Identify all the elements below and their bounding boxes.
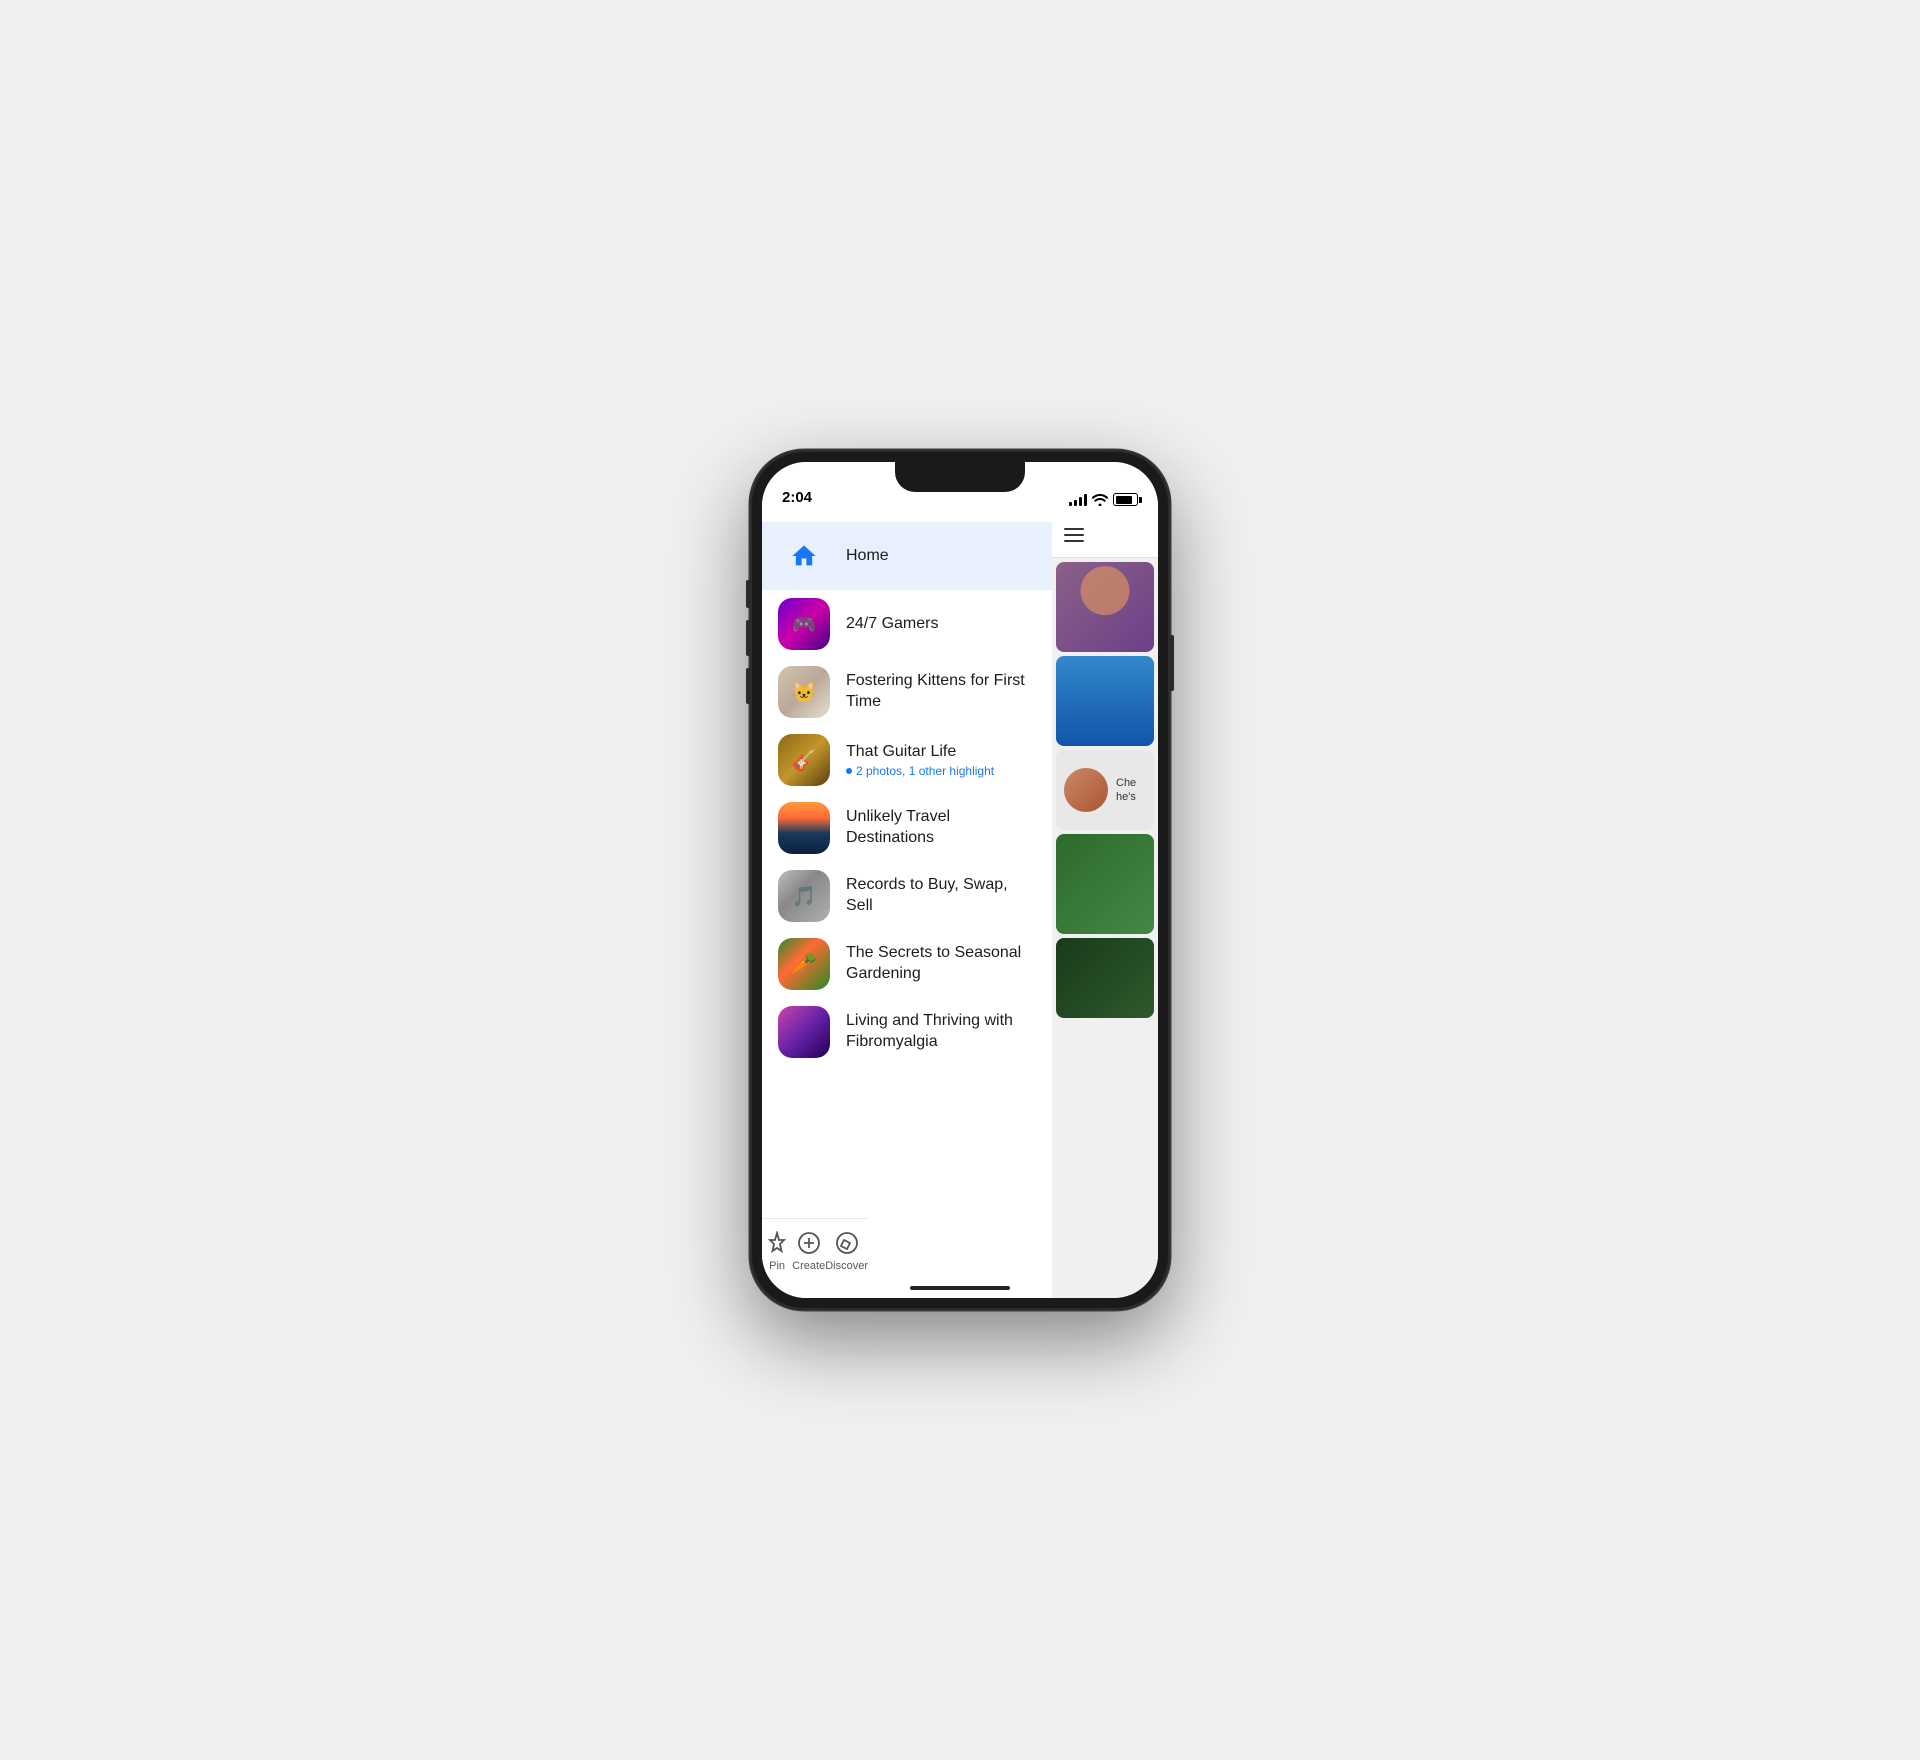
gardening-thumb xyxy=(778,938,830,990)
gamers-text-wrap: 24/7 Gamers xyxy=(846,614,938,635)
home-text-wrap: Home xyxy=(846,546,889,567)
tab-discover-label: Discover xyxy=(825,1260,868,1272)
peek-avatar xyxy=(1064,768,1108,812)
notch xyxy=(895,462,1025,492)
sidebar-item-title-records: Records to Buy, Swap, Sell xyxy=(846,875,1036,917)
fibro-text-wrap: Living and Thriving with Fibromyalgia xyxy=(846,1011,1036,1053)
peek-top-bar xyxy=(1052,512,1158,558)
kittens-text-wrap: Fostering Kittens for First Time xyxy=(846,671,1036,713)
guitar-text-wrap: That Guitar Life 2 photos, 1 other highl… xyxy=(846,742,994,779)
sidebar-item-travel[interactable]: Unlikely Travel Destinations xyxy=(762,794,1052,862)
travel-thumb xyxy=(778,802,830,854)
travel-text-wrap: Unlikely Travel Destinations xyxy=(846,807,1036,849)
home-thumb xyxy=(778,530,830,582)
status-time: 2:04 xyxy=(782,489,812,506)
peek-card-4 xyxy=(1056,834,1154,934)
screen: 2:04 xyxy=(762,462,1158,1298)
gamers-thumb xyxy=(778,598,830,650)
sidebar-item-gardening[interactable]: The Secrets to Seasonal Gardening xyxy=(762,930,1052,998)
sidebar-item-title-fibro: Living and Thriving with Fibromyalgia xyxy=(846,1011,1036,1053)
main-content: Home 24/7 Gamers Fostering Kittens for F… xyxy=(762,512,1158,1298)
gardening-text-wrap: The Secrets to Seasonal Gardening xyxy=(846,943,1036,985)
peek-card-1 xyxy=(1056,562,1154,652)
tab-create[interactable]: Create xyxy=(792,1229,825,1272)
volume-up-button[interactable] xyxy=(746,620,750,656)
sidebar-item-records[interactable]: Records to Buy, Swap, Sell xyxy=(762,862,1052,930)
records-thumb xyxy=(778,870,830,922)
sidebar-item-guitar[interactable]: That Guitar Life 2 photos, 1 other highl… xyxy=(762,726,1052,794)
sidebar-item-title-gardening: The Secrets to Seasonal Gardening xyxy=(846,943,1036,985)
fibro-thumb xyxy=(778,1006,830,1058)
sidebar-item-title-travel: Unlikely Travel Destinations xyxy=(846,807,1036,849)
sidebar-item-subtitle-guitar: 2 photos, 1 other highlight xyxy=(846,764,994,778)
hamburger-icon[interactable] xyxy=(1064,528,1084,542)
sidebar: Home 24/7 Gamers Fostering Kittens for F… xyxy=(762,512,1052,1298)
sidebar-item-kittens[interactable]: Fostering Kittens for First Time xyxy=(762,658,1052,726)
home-indicator xyxy=(910,1286,1010,1290)
discover-icon xyxy=(833,1229,861,1257)
peek-card-5 xyxy=(1056,938,1154,1018)
signal-icon xyxy=(1069,494,1087,506)
volume-down-button[interactable] xyxy=(746,668,750,704)
status-icons xyxy=(1069,493,1138,506)
battery-icon xyxy=(1113,493,1138,506)
right-peek-panel: Che he's xyxy=(1052,512,1158,1298)
tab-create-label: Create xyxy=(792,1260,825,1272)
power-button[interactable] xyxy=(1170,635,1174,691)
peek-cards: Che he's xyxy=(1052,558,1158,1022)
sidebar-item-gamers[interactable]: 24/7 Gamers xyxy=(762,590,1052,658)
tab-pin[interactable]: Pin xyxy=(762,1229,792,1272)
silent-button[interactable] xyxy=(746,580,750,608)
sidebar-item-title-kittens: Fostering Kittens for First Time xyxy=(846,671,1036,713)
phone-frame: 2:04 xyxy=(750,450,1170,1310)
tab-pin-label: Pin xyxy=(769,1260,785,1272)
kittens-thumb xyxy=(778,666,830,718)
peek-card-2 xyxy=(1056,656,1154,746)
peek-card-3: Che he's xyxy=(1056,750,1154,830)
sidebar-item-fibro[interactable]: Living and Thriving with Fibromyalgia xyxy=(762,998,1052,1066)
sidebar-item-title-guitar: That Guitar Life xyxy=(846,742,994,763)
sidebar-item-title-gamers: 24/7 Gamers xyxy=(846,614,938,635)
sidebar-item-home[interactable]: Home xyxy=(762,522,1052,590)
guitar-thumb xyxy=(778,734,830,786)
sidebar-item-title-home: Home xyxy=(846,546,889,567)
pin-icon xyxy=(763,1229,791,1257)
records-text-wrap: Records to Buy, Swap, Sell xyxy=(846,875,1036,917)
wifi-icon xyxy=(1092,494,1108,506)
peek-card-text: Che he's xyxy=(1116,776,1146,805)
tab-discover[interactable]: Discover xyxy=(825,1229,868,1272)
tab-bar: Pin Create xyxy=(762,1218,868,1298)
create-icon xyxy=(795,1229,823,1257)
home-icon xyxy=(790,542,818,570)
